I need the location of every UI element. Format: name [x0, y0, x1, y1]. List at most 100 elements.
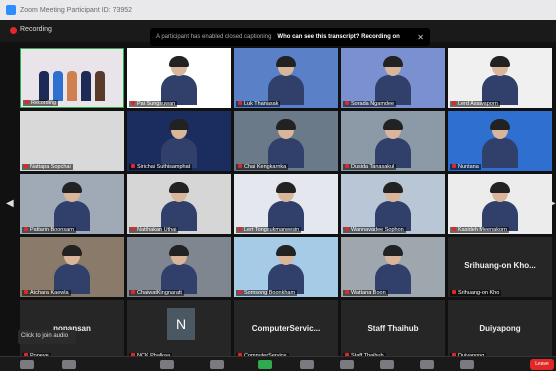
participant-video	[375, 245, 411, 294]
participant-name-label: ChaiwatKingnaratt	[137, 290, 182, 296]
close-icon[interactable]: ✕	[417, 33, 424, 42]
participant-tile[interactable]: Recording	[20, 48, 124, 108]
participant-tile[interactable]: Lert Tongsukmaneesin	[234, 174, 338, 234]
muted-mic-icon	[25, 100, 29, 104]
participant-video	[268, 56, 304, 105]
apps-icon[interactable]	[420, 360, 434, 369]
avatar: N	[167, 308, 195, 340]
participant-name: Pattarin Boonsarn	[22, 227, 77, 233]
muted-mic-icon	[452, 164, 456, 168]
participant-name: Dusida Tanasakul	[343, 164, 397, 170]
participant-name: Lert Tongsukmaneesin	[236, 227, 302, 233]
participant-tile[interactable]: Natthakan Uthai	[127, 174, 231, 234]
participant-name: Luk Thanasak	[236, 101, 281, 107]
participant-name-label: Pattarin Boonsarn	[30, 227, 75, 233]
participant-display-name: Srihuang-on Kho...	[464, 261, 536, 270]
participant-tile[interactable]: Nattapa Sopchai	[20, 111, 124, 171]
participant-name: Wannavadee Sophon	[343, 227, 406, 233]
participant-name-label: Sirichai Suthisamphat	[137, 164, 191, 170]
participant-name-label: Nuntana	[458, 164, 479, 170]
muted-mic-icon	[345, 164, 349, 168]
muted-mic-icon	[24, 290, 28, 294]
recording-dot-icon	[10, 27, 17, 34]
participant-tile[interactable]: Luk Thanasak	[234, 48, 338, 108]
participant-video	[375, 119, 411, 168]
window-title: Zoom Meeting Participant ID: 73952	[20, 6, 133, 14]
participant-name: Recording	[23, 100, 59, 106]
share-icon[interactable]	[258, 360, 272, 369]
participant-name: Sirichai Suthisamphat	[129, 164, 193, 170]
participant-tile[interactable]: ChaiwatKingnaratt	[127, 237, 231, 297]
participant-tile[interactable]: Sorada Ngamdee	[341, 48, 445, 108]
title-bar: Zoom Meeting Participant ID: 73952	[0, 0, 556, 20]
participants-icon[interactable]	[160, 360, 174, 369]
participant-tile[interactable]: Wattana Boon	[341, 237, 445, 297]
record-icon[interactable]	[300, 360, 314, 369]
video-icon[interactable]	[62, 360, 76, 369]
participant-video	[54, 182, 90, 231]
muted-mic-icon	[345, 227, 349, 231]
participant-tile[interactable]: Pai Sungsuwan	[127, 48, 231, 108]
captions-icon[interactable]	[340, 360, 354, 369]
participant-tile[interactable]: Dusida Tanasakul	[341, 111, 445, 171]
previous-page-icon[interactable]: ◀	[6, 198, 14, 212]
participant-name-label: Recording	[31, 100, 57, 106]
participant-tile[interactable]: Sirichai Suthisamphat	[127, 111, 231, 171]
participant-video	[53, 71, 63, 101]
participant-name-label: Chai Kengkarnka	[244, 164, 287, 170]
meeting-controls: Leave	[0, 356, 556, 371]
participant-name: ChaiwatKingnaratt	[129, 290, 184, 296]
participant-name: Srihuang-on Kho	[450, 290, 502, 296]
muted-mic-icon	[131, 101, 135, 105]
participant-name-label: Atchara Kaewla	[30, 290, 69, 296]
participant-video	[482, 182, 518, 231]
participant-tile[interactable]: ComputerServic...ComputerService	[234, 300, 338, 360]
mute-icon[interactable]	[20, 360, 34, 369]
muted-mic-icon	[452, 227, 456, 231]
participant-video	[39, 71, 49, 101]
participant-tile[interactable]: Atchara Kaewla	[20, 237, 124, 297]
participant-tile[interactable]: Wannavadee Sophon	[341, 174, 445, 234]
participant-name-label: Natthakan Uthai	[137, 227, 177, 233]
participant-video	[161, 182, 197, 231]
participant-name-label: Sorada Ngamdee	[351, 101, 395, 107]
participant-tile[interactable]: Kasideh Meenakorn	[448, 174, 552, 234]
muted-mic-icon	[345, 101, 349, 105]
participant-name-label: Pai Sungsuwan	[137, 101, 176, 107]
participant-video	[375, 56, 411, 105]
reactions-icon[interactable]	[380, 360, 394, 369]
participant-tile[interactable]: Lerd Asawaporn	[448, 48, 552, 108]
participant-tile[interactable]: Somsong Boonkham	[234, 237, 338, 297]
participant-video	[95, 71, 105, 101]
muted-mic-icon	[131, 227, 135, 231]
participant-name: Somsong Boonkham	[236, 290, 298, 296]
participant-tile[interactable]: Nuntana	[448, 111, 552, 171]
participant-tile[interactable]: Staff ThaihubStaff Thaihub	[341, 300, 445, 360]
participant-tile[interactable]: DuiyapongDuiyapong	[448, 300, 552, 360]
participant-tile[interactable]: Srihuang-on Kho... Srihuang-on Kho	[448, 237, 552, 297]
participant-tile[interactable]: Pattarin Boonsarn	[20, 174, 124, 234]
participant-name: Natthakan Uthai	[129, 227, 179, 233]
participant-name: Wattana Boon	[343, 290, 388, 296]
participant-video	[482, 56, 518, 105]
leave-button[interactable]: Leave	[530, 359, 554, 370]
muted-mic-icon	[24, 227, 28, 231]
participant-video	[67, 71, 77, 101]
participant-name-label: Lert Tongsukmaneesin	[244, 227, 300, 233]
caption-info: A participant has enabled closed caption…	[156, 34, 272, 40]
participant-display-name: Staff Thaihub	[367, 324, 419, 333]
zoom-logo-icon	[6, 5, 16, 15]
participant-name-label: Srihuang-on Kho	[458, 290, 500, 296]
participant-name-label: Wannavadee Sophon	[351, 227, 404, 233]
participant-display-name: ComputerServic...	[251, 324, 321, 333]
participant-tile[interactable]: NNCK Phalkaa	[127, 300, 231, 360]
participant-video	[482, 119, 518, 168]
more-icon[interactable]	[460, 360, 474, 369]
transcript-info[interactable]: Who can see this transcript? Recording o…	[277, 34, 399, 40]
caption-banner[interactable]: A participant has enabled closed caption…	[150, 28, 430, 46]
participant-tile[interactable]: Chai Kengkarnka	[234, 111, 338, 171]
participant-name-label: Lerd Asawaporn	[458, 101, 498, 107]
chat-icon[interactable]	[210, 360, 224, 369]
muted-mic-icon	[238, 227, 242, 231]
participant-video	[268, 245, 304, 294]
